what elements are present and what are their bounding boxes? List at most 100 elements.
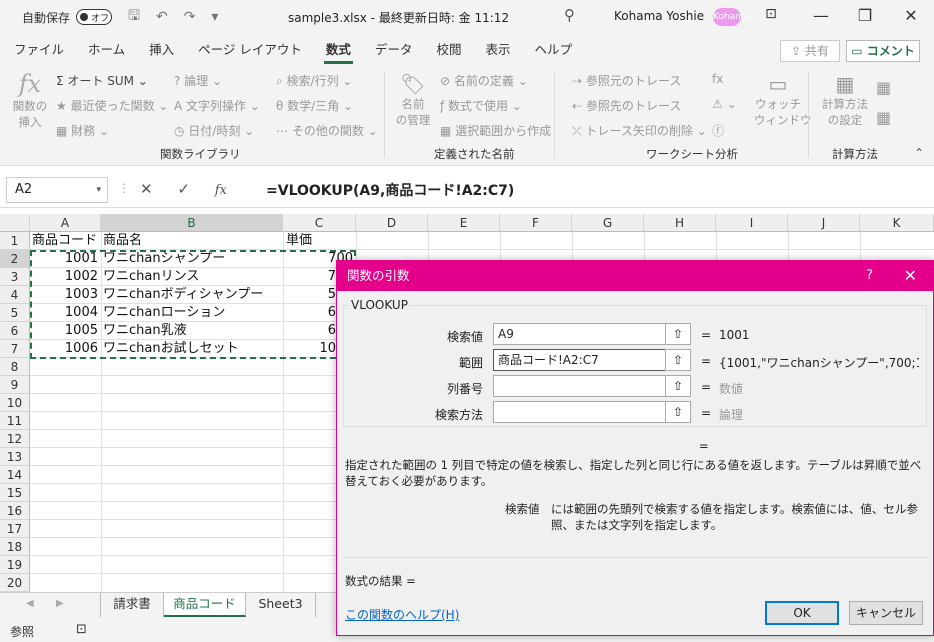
scroll-right-icon[interactable]: ▶ <box>56 598 64 609</box>
collapse-dialog-icon[interactable]: ⇧ <box>665 349 691 371</box>
row-header[interactable]: 13 <box>0 448 30 466</box>
cell-B1[interactable]: 商品名 <box>103 232 283 250</box>
recent-functions-button[interactable]: ★ 最近使った関数 ⌄ <box>56 97 168 114</box>
sheet-tab-product-code[interactable]: 商品コード <box>164 593 246 617</box>
collapse-ribbon-icon[interactable]: ⌃ <box>914 146 924 160</box>
row-header[interactable]: 2 <box>0 250 30 268</box>
column-header[interactable]: A <box>30 214 101 232</box>
insert-function-icon[interactable]: fx <box>215 183 227 198</box>
column-header[interactable]: E <box>428 214 500 232</box>
calc-sheet-icon[interactable]: ▦ <box>876 108 891 127</box>
cell-C1[interactable]: 単価 <box>286 232 356 250</box>
tab-help[interactable]: ヘルプ <box>522 34 584 66</box>
ribbon-display-icon[interactable]: ⊡ <box>756 6 786 22</box>
evaluate-formula-icon[interactable]: ⓕ <box>712 122 724 139</box>
column-header[interactable]: I <box>716 214 788 232</box>
select-all-corner[interactable] <box>0 214 30 232</box>
cancel-icon[interactable]: ✕ <box>140 180 153 198</box>
tab-file[interactable]: ファイル <box>2 34 76 66</box>
function-help-link[interactable]: この関数のヘルプ(H) <box>345 606 459 623</box>
qat-more-icon[interactable]: ▾ <box>211 9 218 25</box>
row-header[interactable]: 4 <box>0 286 30 304</box>
error-checking-icon[interactable]: ⚠ ⌄ <box>712 97 737 111</box>
trace-dependents-button[interactable]: ⇠ 参照先のトレース <box>572 97 681 114</box>
tab-home[interactable]: ホーム <box>76 34 137 66</box>
tab-formulas[interactable]: 数式 <box>314 34 363 66</box>
close-icon[interactable]: ✕ <box>904 261 917 291</box>
cell-A1[interactable]: 商品コード <box>32 232 101 250</box>
comment-button[interactable]: ▭ コメント <box>846 40 920 62</box>
collapse-dialog-icon[interactable]: ⇧ <box>665 401 691 423</box>
row-header[interactable]: 7 <box>0 340 30 358</box>
enter-icon[interactable]: ✓ <box>177 180 190 198</box>
name-box[interactable]: A2 ▾ <box>6 177 108 203</box>
arg-col-index-input[interactable] <box>493 375 667 397</box>
undo-icon[interactable]: ↶ <box>156 9 168 25</box>
math-button[interactable]: θ 数学/三角 ⌄ <box>276 97 353 114</box>
row-header[interactable]: 12 <box>0 430 30 448</box>
accessibility-icon[interactable]: ⊡ <box>76 622 87 637</box>
arg-table-array-input[interactable]: 商品コード!A2:C7 <box>493 349 667 371</box>
cancel-button[interactable]: キャンセル <box>849 601 923 625</box>
row-header[interactable]: 19 <box>0 556 30 574</box>
use-in-formula-button[interactable]: ƒ 数式で使用 ⌄ <box>440 97 522 114</box>
row-header[interactable]: 20 <box>0 574 30 592</box>
row-header[interactable]: 15 <box>0 484 30 502</box>
arg-lookup-value-input[interactable]: A9 <box>493 323 667 345</box>
column-header[interactable]: J <box>788 214 860 232</box>
tab-page-layout[interactable]: ページ レイアウト <box>186 34 314 66</box>
help-icon[interactable]: ? <box>866 261 873 291</box>
name-manager-button[interactable]: 🏷 名前 の管理 <box>392 72 434 128</box>
define-name-button[interactable]: ⊘ 名前の定義 ⌄ <box>440 72 528 89</box>
tab-data[interactable]: データ <box>363 34 425 66</box>
collapse-dialog-icon[interactable]: ⇧ <box>665 323 691 345</box>
sheet-tab-sheet3[interactable]: Sheet3 <box>246 593 316 617</box>
tab-view[interactable]: 表示 <box>473 34 522 66</box>
row-header[interactable]: 5 <box>0 304 30 322</box>
redo-icon[interactable]: ↷ <box>184 9 196 25</box>
datetime-button[interactable]: ◷ 日付/時刻 ⌄ <box>174 122 254 139</box>
insert-function-button[interactable]: fx 関数の 挿入 <box>10 70 50 130</box>
row-header[interactable]: 18 <box>0 538 30 556</box>
lookup-button[interactable]: ⌕ 検索/行列 ⌄ <box>276 72 352 89</box>
tab-insert[interactable]: 挿入 <box>137 34 186 66</box>
remove-arrows-button[interactable]: ⤫ トレース矢印の削除 ⌄ <box>572 122 707 139</box>
row-header[interactable]: 11 <box>0 412 30 430</box>
row-header[interactable]: 6 <box>0 322 30 340</box>
close-window-button[interactable]: ✕ <box>896 6 926 25</box>
formula-input[interactable]: =VLOOKUP(A9,商品コード!A2:C7) <box>266 180 514 200</box>
share-button[interactable]: ⇪ 共有 <box>780 40 840 62</box>
sheet-tab-invoice[interactable]: 請求書 <box>100 593 164 617</box>
show-formulas-icon[interactable]: fx <box>712 72 723 86</box>
autosave-toggle[interactable]: オフ <box>76 9 113 25</box>
avatar[interactable]: Kohama <box>713 8 749 26</box>
tab-review[interactable]: 校閲 <box>424 34 473 66</box>
row-header[interactable]: 8 <box>0 358 30 376</box>
arg-range-lookup-input[interactable] <box>493 401 667 423</box>
column-header[interactable]: D <box>356 214 428 232</box>
row-header[interactable]: 1 <box>0 232 30 250</box>
formula-bar-splitter-icon[interactable]: ⋮ <box>118 181 130 195</box>
trace-precedents-button[interactable]: ⇢ 参照元のトレース <box>572 72 681 89</box>
row-header[interactable]: 10 <box>0 394 30 412</box>
create-from-selection-button[interactable]: ▦ 選択範囲から作成 <box>440 122 551 139</box>
calc-now-icon[interactable]: ▦ <box>876 78 891 97</box>
save-icon[interactable]: 🖫 <box>128 5 140 29</box>
row-header[interactable]: 3 <box>0 268 30 286</box>
column-header[interactable]: F <box>500 214 572 232</box>
row-header[interactable]: 14 <box>0 466 30 484</box>
ok-button[interactable]: OK <box>765 601 839 625</box>
scroll-left-icon[interactable]: ◀ <box>26 598 34 609</box>
row-header[interactable]: 17 <box>0 520 30 538</box>
more-functions-button[interactable]: ⋯ その他の関数 ⌄ <box>276 122 378 139</box>
autosum-button[interactable]: Σ オート SUM ⌄ <box>56 72 148 89</box>
column-header[interactable]: H <box>644 214 716 232</box>
logical-button[interactable]: ? 論理 ⌄ <box>174 72 222 89</box>
collapse-dialog-icon[interactable]: ⇧ <box>665 375 691 397</box>
minimize-button[interactable]: — <box>806 6 836 25</box>
column-header[interactable]: K <box>860 214 934 232</box>
row-header[interactable]: 16 <box>0 502 30 520</box>
search-icon[interactable]: ⚲ <box>564 6 575 24</box>
column-header[interactable]: G <box>572 214 644 232</box>
restore-button[interactable]: ❐ <box>850 6 880 25</box>
